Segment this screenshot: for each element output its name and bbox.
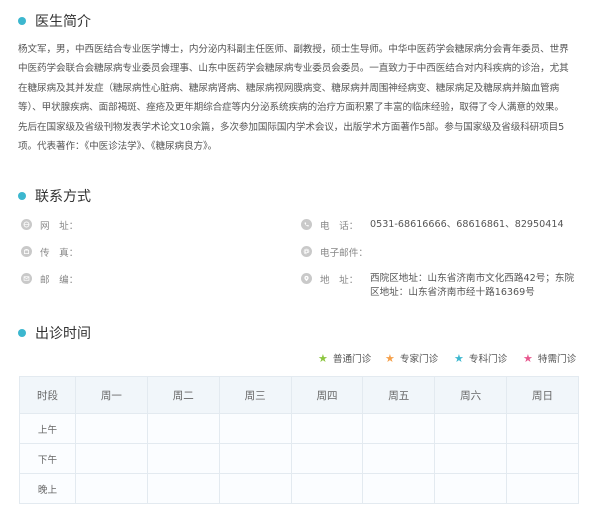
contact-title: 联系方式 — [35, 189, 91, 205]
fax-label: 传 真： — [40, 248, 79, 259]
schedule-cell — [218, 413, 292, 444]
schedule-cell — [506, 473, 579, 504]
star-icon: ★ — [385, 351, 395, 365]
fax-icon — [21, 246, 32, 257]
postcode-row: 邮 编： — [21, 272, 90, 286]
schedule-section-title: 出诊时间 — [18, 323, 91, 343]
schedule-row-evening: 晚上 — [19, 473, 579, 504]
schedule-cell — [506, 443, 579, 474]
header-day: 周日 — [506, 376, 579, 414]
schedule-table: 时段 周一 周二 周三 周四 周五 周六 周日 上午 下午 晚上 — [19, 376, 579, 504]
schedule-cell — [290, 413, 364, 444]
bio-line: 项。代表著作：《中医诊法学》、《糖尿病良方》。 — [18, 141, 218, 153]
schedule-cell — [290, 443, 364, 474]
section-bullet-icon — [18, 17, 26, 25]
schedule-cell — [75, 443, 148, 474]
address-line: 西院区地址：山东省济南市文化西路42号；东院 — [370, 273, 575, 284]
bio-text: 杨文军，男，中西医结合专业医学博士，内分泌内科副主任医师、副教授，硕士生导师。中… — [18, 40, 584, 156]
schedule-cell — [506, 413, 579, 444]
legend-item-special-needs: ★ 特需门诊 — [523, 351, 577, 366]
website-label: 网 址： — [40, 221, 79, 232]
star-icon: ★ — [454, 351, 464, 365]
legend-item-expert: ★ 专家门诊 — [385, 351, 439, 366]
header-day: 周五 — [362, 376, 436, 414]
address-line: 区地址：山东省济南市经十路16369号 — [370, 287, 535, 298]
schedule-cell — [75, 413, 148, 444]
schedule-cell — [75, 473, 148, 504]
star-icon: ★ — [318, 351, 328, 365]
row-label: 下午 — [19, 443, 76, 474]
section-bullet-icon — [18, 192, 26, 200]
contact-section-title: 联系方式 — [18, 186, 91, 206]
schedule-cell — [146, 443, 220, 474]
header-day: 周四 — [290, 376, 364, 414]
phone-value[interactable]: 0531-68616666、68616861、82950414 — [370, 218, 564, 232]
postcode-label: 邮 编： — [40, 275, 79, 286]
schedule-row-afternoon: 下午 — [19, 443, 579, 474]
address-label: 地 址： — [320, 275, 359, 286]
schedule-cell — [434, 443, 508, 474]
website-row: 网 址： — [21, 218, 90, 232]
legend-label: 普通门诊 — [332, 354, 372, 365]
header-day: 周六 — [434, 376, 508, 414]
mail-icon — [21, 273, 32, 284]
legend-item-specialty: ★ 专科门诊 — [454, 351, 508, 366]
schedule-cell — [434, 413, 508, 444]
phone-row: 电 话： 0531-68616666、68616861、82950414 — [301, 218, 564, 232]
schedule-cell — [434, 473, 508, 504]
header-day: 周三 — [218, 376, 292, 414]
star-icon: ★ — [523, 351, 533, 365]
bio-title: 医生简介 — [35, 14, 91, 30]
legend-label: 专科门诊 — [468, 354, 508, 365]
schedule-cell — [362, 443, 436, 474]
fax-row: 传 真： — [21, 245, 90, 259]
bio-line: 在糖尿病及其并发症（糖尿病性心脏病、糖尿病肾病、糖尿病视网膜病变、糖尿病并周围神… — [18, 82, 560, 94]
schedule-cell — [218, 443, 292, 474]
address-row: 地 址： 西院区地址：山东省济南市文化西路42号；东院 区地址：山东省济南市经十… — [301, 272, 574, 300]
header-day: 周二 — [146, 376, 220, 414]
header-day: 周一 — [75, 376, 148, 414]
schedule-row-morning: 上午 — [19, 413, 579, 444]
bio-line: 杨文军，男，中西医结合专业医学博士，内分泌内科副主任医师、副教授，硕士生导师。中… — [18, 44, 569, 55]
phone-label: 电 话： — [320, 221, 359, 232]
legend-label: 专家门诊 — [399, 354, 439, 365]
bio-line: 中医药学会联合会糖尿病专业委员会理事、山东中医药学会糖尿病专业委员会委员。一直致… — [18, 63, 569, 75]
email-icon — [301, 246, 312, 257]
header-period: 时段 — [19, 376, 76, 414]
row-label: 晚上 — [19, 473, 76, 504]
schedule-cell — [146, 413, 220, 444]
row-label: 上午 — [19, 413, 76, 444]
bio-section-title: 医生简介 — [18, 11, 91, 31]
address-value: 西院区地址：山东省济南市文化西路42号；东院 区地址：山东省济南市经十路1636… — [370, 272, 574, 300]
bio-line: 先后在国家级及省级刊物发表学术论文10余篇，多次参加国际国内学术会议，出版学术方… — [18, 121, 565, 133]
email-label: 电子邮件： — [320, 248, 368, 259]
legend-item-general: ★ 普通门诊 — [318, 351, 372, 366]
schedule-cell — [146, 473, 220, 504]
location-pin-icon — [301, 273, 312, 284]
section-bullet-icon — [18, 329, 26, 337]
schedule-cell — [362, 473, 436, 504]
schedule-cell — [362, 413, 436, 444]
phone-icon — [301, 219, 312, 230]
bio-line: 等）、甲状腺疾病、面部褐斑、痤疮及更年期综合症等内分泌系统疾病的治疗方面积累了丰… — [18, 102, 564, 114]
schedule-cell — [218, 473, 292, 504]
schedule-cell — [290, 473, 364, 504]
schedule-title: 出诊时间 — [35, 326, 91, 342]
email-row: 电子邮件： — [301, 245, 380, 259]
globe-icon — [21, 219, 32, 230]
legend-label: 特需门诊 — [537, 354, 577, 365]
schedule-header-row: 时段 周一 周二 周三 周四 周五 周六 周日 — [19, 376, 579, 414]
